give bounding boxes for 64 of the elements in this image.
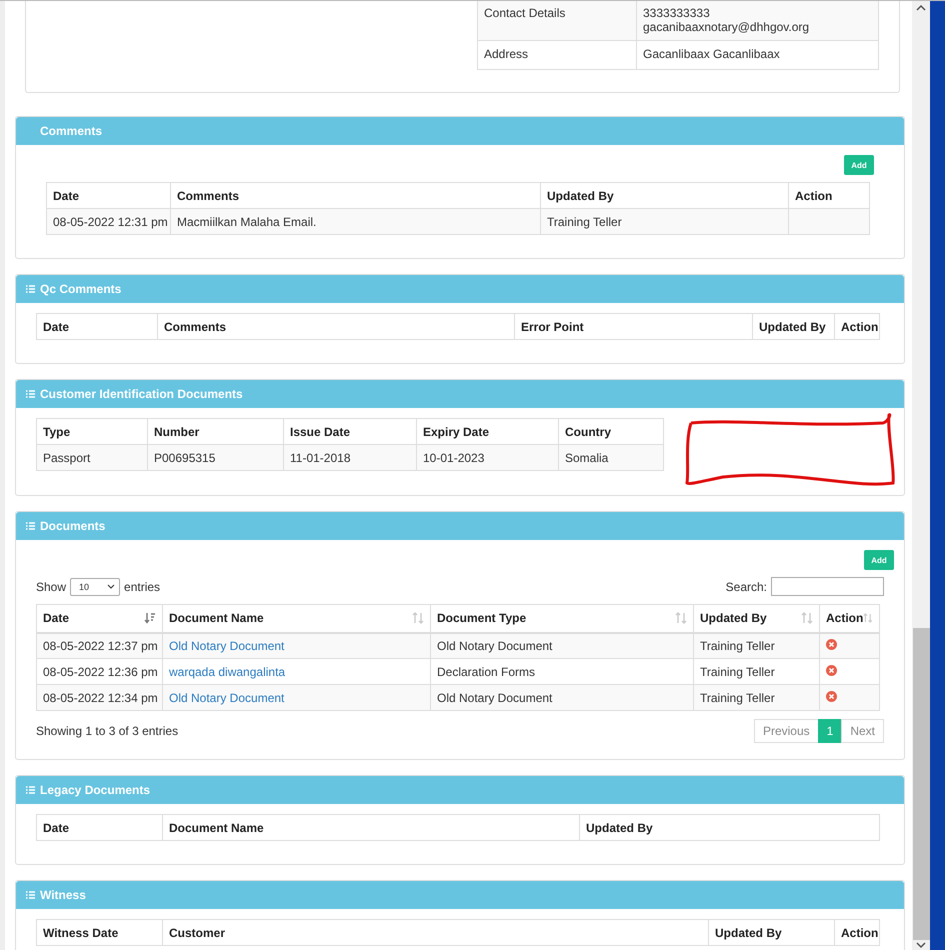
panel-title: Documents	[40, 519, 106, 533]
table-cell: Old Notary Document	[430, 632, 694, 658]
table-cell: 3333333333 gacanibaaxnotary@dhhgov.org	[636, 1, 878, 40]
column-header: Date	[46, 182, 170, 208]
entries-select[interactable]: 10	[70, 578, 120, 596]
panel-title: Witness	[40, 888, 86, 902]
document-link[interactable]: warqada diwangalinta	[169, 664, 286, 678]
column-header: Date	[36, 314, 158, 340]
column-header: Date	[36, 814, 162, 840]
document-link[interactable]: Old Notary Document	[169, 690, 284, 704]
column-header: Type	[36, 418, 148, 444]
table-cell: P00695315	[148, 444, 284, 470]
table-cell: Training Teller	[694, 632, 820, 658]
table-cell: Macmiilkan Malaha Email.	[170, 208, 540, 234]
table-cell: Address	[478, 40, 636, 70]
panel-title: Legacy Documents	[40, 783, 150, 797]
panel-title: Customer Identification Documents	[40, 387, 243, 401]
column-header: Document Name	[162, 814, 580, 840]
scroll-down-icon[interactable]	[916, 940, 926, 950]
table-cell: 08-05-2022 12:37 pm	[36, 632, 162, 658]
table-cell: 11-01-2018	[284, 444, 416, 470]
column-header: Action	[834, 920, 880, 946]
entries-info: Showing 1 to 3 of 3 entries	[36, 724, 178, 738]
table-cell: Passport	[36, 444, 148, 470]
column-header: Updated By	[752, 314, 834, 340]
document-link[interactable]: Old Notary Document	[169, 638, 284, 653]
entries-label: entries	[124, 580, 160, 594]
scrollbar[interactable]	[912, 1, 930, 950]
sort-icon[interactable]	[144, 612, 156, 624]
show-label: Show	[36, 580, 66, 594]
table-cell: Training Teller	[694, 684, 820, 710]
delete-icon[interactable]	[826, 690, 837, 702]
table-cell: Somalia	[558, 444, 664, 470]
column-header: Country	[558, 418, 664, 444]
delete-icon[interactable]	[826, 664, 837, 676]
column-header: Updated By	[540, 182, 788, 208]
table-cell: Training Teller	[540, 208, 788, 234]
column-header: Witness Date	[36, 920, 162, 946]
column-header: Customer	[162, 920, 708, 946]
scroll-thumb[interactable]	[912, 628, 930, 940]
column-header: Action	[834, 314, 880, 340]
column-header: Comments	[170, 182, 540, 208]
column-header: Number	[148, 418, 284, 444]
search-label: Search:	[726, 580, 767, 594]
column-header: Issue Date	[284, 418, 416, 444]
column-header: Expiry Date	[416, 418, 558, 444]
table-cell: 08-05-2022 12:31 pm	[46, 208, 170, 234]
caret-icon	[107, 584, 116, 589]
page-button[interactable]: 1	[818, 719, 842, 743]
table-cell: 10-01-2023	[416, 444, 558, 470]
column-header: Updated By	[580, 814, 880, 840]
table-cell: Contact Details	[478, 1, 636, 40]
search-field[interactable]	[771, 577, 884, 596]
panel-title: Comments	[39, 124, 102, 138]
delete-icon[interactable]	[826, 638, 837, 650]
column-header: Updated By	[708, 920, 834, 946]
add-button[interactable]: Add	[844, 155, 874, 175]
table-cell: Old Notary Document	[430, 684, 694, 710]
column-header: Comments	[158, 314, 514, 340]
add-button[interactable]: Add	[864, 550, 894, 570]
column-header: Error Point	[514, 314, 752, 340]
table-cell: Gacanlibaax Gacanlibaax	[636, 40, 878, 70]
panel-title: Qc Comments	[40, 282, 122, 296]
table-cell: 08-05-2022 12:34 pm	[36, 684, 162, 710]
